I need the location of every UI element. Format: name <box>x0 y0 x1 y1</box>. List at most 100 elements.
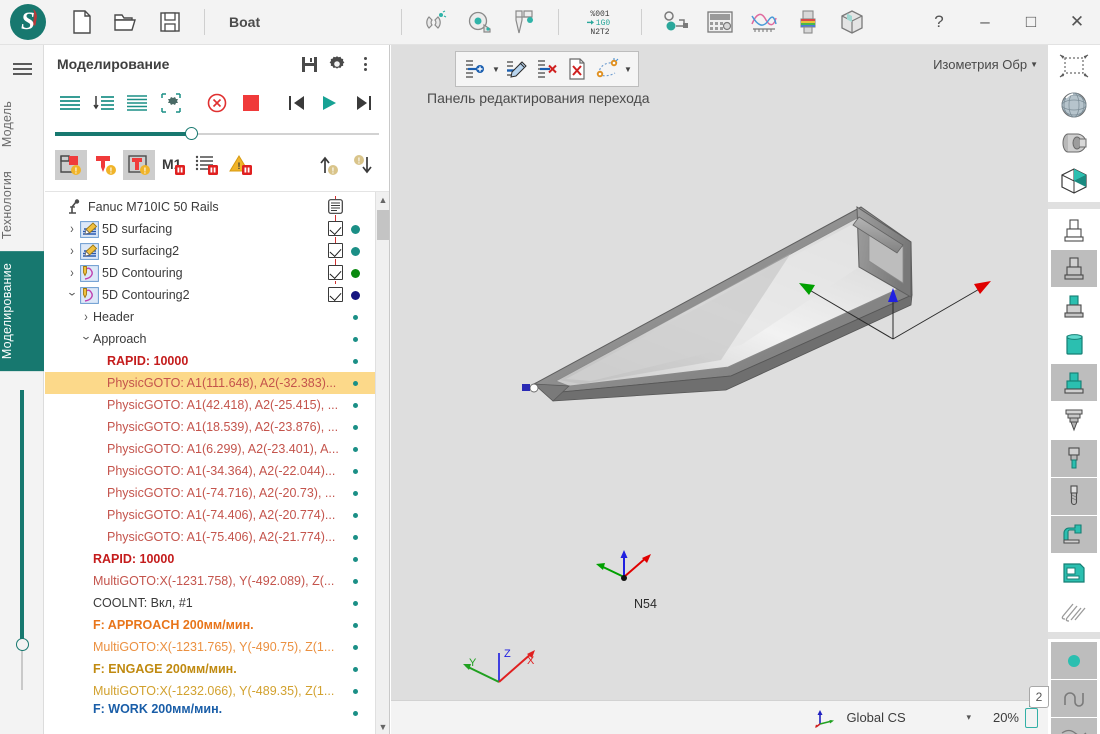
tree-row[interactable]: F: APPROACH 200мм/мин. <box>45 614 375 636</box>
save-disk-icon[interactable] <box>295 50 323 78</box>
toolpath-lines-icon[interactable] <box>1051 592 1097 629</box>
tree-visibility-checkbox[interactable] <box>328 243 343 258</box>
stock-stepped-icon[interactable] <box>1051 402 1097 439</box>
block-settings-icon[interactable] <box>156 88 186 118</box>
chevron-down-icon[interactable]: ▼ <box>376 719 389 734</box>
surface-mesh-icon[interactable] <box>1051 718 1097 734</box>
tree-row[interactable]: ›5D surfacing <box>45 218 375 240</box>
stock-box-icon[interactable] <box>835 5 869 39</box>
tree-row[interactable]: RAPID: 10000 <box>45 548 375 570</box>
3d-viewport[interactable]: N54 Z Y X ▼ <box>391 45 1048 734</box>
nc-code-icon[interactable]: %001 1G0 N2T2 <box>576 5 624 39</box>
tree-row[interactable]: PhysicGOTO: A1(-34.364), A2(-22.044)... <box>45 460 375 482</box>
run-lines-icon[interactable] <box>123 88 153 118</box>
step-into-icon[interactable] <box>89 88 119 118</box>
page-badge[interactable]: 2 <box>1029 686 1049 708</box>
clear-file-icon[interactable] <box>563 55 591 83</box>
tree-expand-icon[interactable]: › <box>64 265 79 280</box>
list-pause-icon[interactable] <box>191 150 223 180</box>
rewind-icon[interactable] <box>282 88 312 118</box>
nc-list-icon[interactable] <box>328 199 343 217</box>
control-panel-icon[interactable] <box>703 5 737 39</box>
tool-holder-icon[interactable] <box>1051 440 1097 477</box>
sidebar-tab-model[interactable]: Модель <box>0 89 44 159</box>
section-cube-icon[interactable] <box>1051 162 1097 199</box>
tree-row[interactable]: ›5D surfacing2 <box>45 240 375 262</box>
maximize-button[interactable]: □ <box>1008 0 1054 45</box>
step-lines-icon[interactable] <box>55 88 85 118</box>
tree-row[interactable]: F: ENGAGE 200мм/мин. <box>45 658 375 680</box>
rail-vertical-slider[interactable] <box>14 390 30 690</box>
add-transition-icon[interactable] <box>461 55 489 83</box>
arrow-down-warning-icon[interactable]: ! <box>347 150 379 180</box>
tree-row[interactable]: MultiGOTO:X(-1231.765), Y(-490.75), Z(1.… <box>45 636 375 658</box>
stop-icon[interactable] <box>236 88 266 118</box>
stock-plain-icon[interactable] <box>1051 212 1097 249</box>
tree-visibility-checkbox[interactable] <box>328 265 343 280</box>
tree-visibility-checkbox[interactable] <box>328 221 343 236</box>
graph-analysis-icon[interactable] <box>747 5 781 39</box>
curve-path-icon[interactable] <box>1051 680 1097 717</box>
stock-teal-solid-icon[interactable] <box>1051 326 1097 363</box>
tree-scrollbar[interactable]: ▲ ▼ <box>375 192 389 734</box>
stock-gray-icon[interactable] <box>1051 250 1097 287</box>
tool-library-icon[interactable] <box>791 5 825 39</box>
hamburger-menu-icon[interactable] <box>0 49 44 89</box>
tree-row[interactable]: PhysicGOTO: A1(-74.406), A2(-20.774)... <box>45 504 375 526</box>
tree-row[interactable]: ›Header <box>45 306 375 328</box>
cancel-icon[interactable] <box>202 88 232 118</box>
shaded-solid-icon[interactable] <box>1051 124 1097 161</box>
chevron-down-icon[interactable]: ▼ <box>491 55 501 83</box>
help-button[interactable]: ? <box>916 0 962 45</box>
measure-icon[interactable] <box>463 5 497 39</box>
slider-knob[interactable] <box>16 638 29 651</box>
save-disk-icon[interactable] <box>153 5 187 39</box>
simulation-progress-slider[interactable] <box>55 127 379 141</box>
holder-collision-icon[interactable]: ! <box>123 150 155 180</box>
stock-teal-small-icon[interactable] <box>1051 364 1097 401</box>
machine-body-icon[interactable] <box>1051 554 1097 591</box>
scrollbar-thumb[interactable] <box>377 210 389 240</box>
tree-row[interactable]: PhysicGOTO: A1(42.418), A2(-25.415), ... <box>45 394 375 416</box>
tree-row[interactable]: Fanuc M710IC 50 Rails <box>45 196 375 218</box>
forward-icon[interactable] <box>349 88 379 118</box>
edit-transition-icon[interactable] <box>503 55 531 83</box>
chevron-down-icon-2[interactable]: ▼ <box>623 55 633 83</box>
chevron-up-icon[interactable]: ▲ <box>376 192 389 207</box>
tree-collapse-icon[interactable]: ⌄ <box>62 286 82 298</box>
tree-row[interactable]: PhysicGOTO: A1(111.648), A2(-32.383)... <box>45 372 375 394</box>
warning-pause-icon[interactable]: ! <box>225 150 257 180</box>
wireframe-sphere-icon[interactable] <box>1051 86 1097 123</box>
chevron-down-icon[interactable]: ▼ <box>1030 60 1038 69</box>
tree-collapse-icon[interactable]: ⌄ <box>76 330 96 342</box>
sidebar-tab-simulation[interactable]: Моделирование <box>0 251 44 371</box>
tree-row[interactable]: ⌄5D Contouring2 <box>45 284 375 306</box>
tree-visibility-checkbox[interactable] <box>328 287 343 302</box>
sidebar-tab-technology[interactable]: Технология <box>0 159 44 251</box>
tree-row[interactable]: ⌄Approach <box>45 328 375 350</box>
fixture-icon[interactable] <box>1051 516 1097 553</box>
m1-stop-icon[interactable]: M1 <box>157 150 189 180</box>
tree-expand-icon[interactable]: › <box>78 309 93 324</box>
coordinate-system-icon[interactable] <box>814 708 836 728</box>
coordinate-system-label[interactable]: Global CS <box>846 710 966 725</box>
gear-icon[interactable] <box>323 50 351 78</box>
stock-teal-top-icon[interactable] <box>1051 288 1097 325</box>
new-document-icon[interactable] <box>65 5 99 39</box>
tree-row[interactable]: MultiGOTO:X(-1231.758), Y(-492.089), Z(.… <box>45 570 375 592</box>
tree-expand-icon[interactable]: › <box>64 221 79 236</box>
kebab-menu-icon[interactable] <box>351 50 379 78</box>
tree-row[interactable]: F: WORK 200мм/мин. <box>45 702 375 716</box>
endmill-tool-icon[interactable] <box>1051 478 1097 515</box>
delete-transition-icon[interactable] <box>533 55 561 83</box>
machine-setup-icon[interactable] <box>659 5 693 39</box>
tree-row[interactable]: PhysicGOTO: A1(18.539), A2(-23.876), ... <box>45 416 375 438</box>
minimize-button[interactable]: – <box>962 0 1008 45</box>
collision-stop-icon[interactable]: ! <box>55 150 87 180</box>
magnet-snap-icon[interactable] <box>419 5 453 39</box>
tree-row[interactable]: ›5D Contouring <box>45 262 375 284</box>
tree-row[interactable]: MultiGOTO:X(-1232.066), Y(-489.35), Z(1.… <box>45 680 375 702</box>
select-region-icon[interactable] <box>1051 48 1097 85</box>
tree-expand-icon[interactable]: › <box>64 243 79 258</box>
tree-row[interactable]: RAPID: 10000 <box>45 350 375 372</box>
